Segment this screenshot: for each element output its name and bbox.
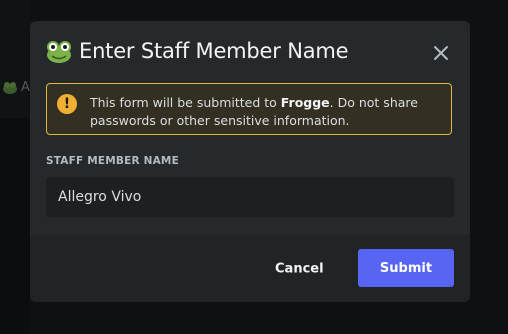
modal-dialog: Enter Staff Member Name ! This form will…	[30, 21, 470, 302]
modal-title: Enter Staff Member Name	[79, 39, 349, 63]
close-icon[interactable]	[432, 44, 450, 62]
modal-footer: Cancel Submit	[30, 235, 470, 302]
frog-emoji-icon	[3, 82, 17, 94]
warning-text-before: This form will be submitted to	[90, 95, 281, 110]
warning-app-name: Frogge	[280, 95, 330, 110]
background-panel-lower	[0, 118, 30, 334]
staff-name-input[interactable]	[46, 177, 454, 217]
warning-banner: ! This form will be submitted to Frogge.…	[46, 83, 452, 135]
warning-icon: !	[57, 94, 77, 114]
staff-name-label: STAFF MEMBER NAME	[46, 155, 179, 167]
modal-header: Enter Staff Member Name	[46, 39, 349, 63]
submit-button[interactable]: Submit	[358, 249, 454, 287]
background-author-initial: A	[21, 80, 30, 95]
warning-text: This form will be submitted to Frogge. D…	[90, 94, 445, 130]
frog-emoji-icon	[47, 41, 71, 63]
cancel-button[interactable]: Cancel	[275, 262, 324, 277]
